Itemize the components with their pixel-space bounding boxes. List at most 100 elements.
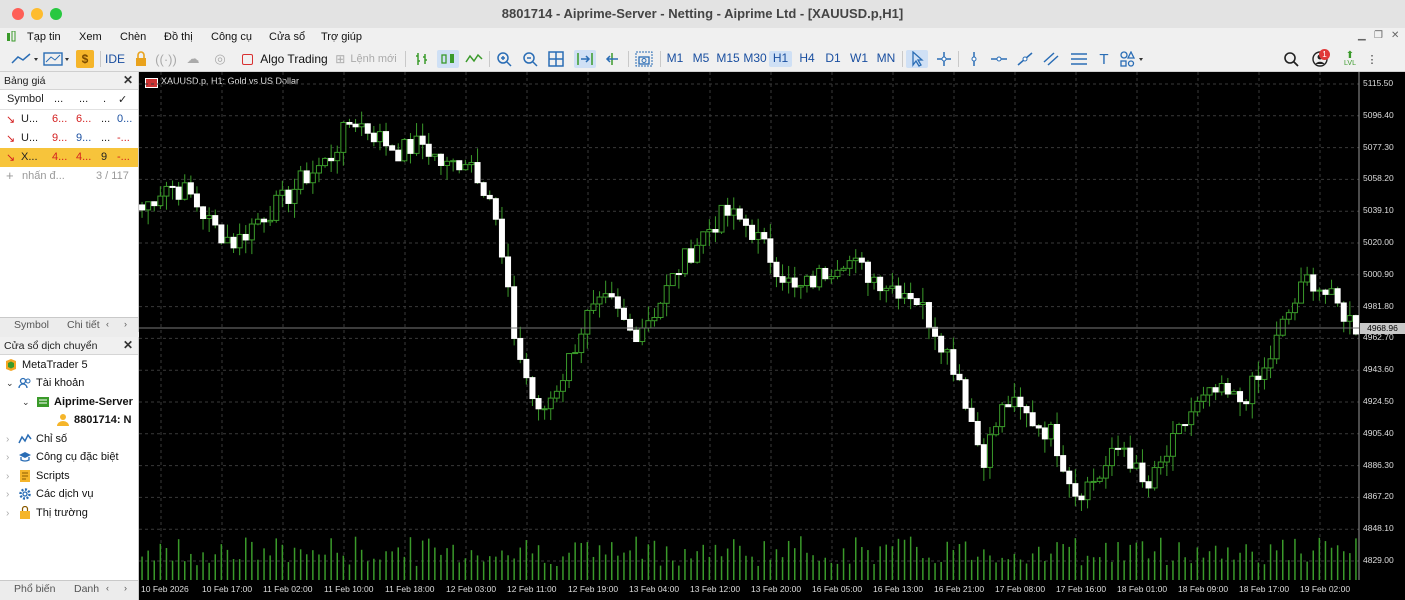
tab-favorites[interactable]: Danh <box>74 583 99 595</box>
column-header-ask[interactable]: ... <box>79 93 88 105</box>
tree-item-server[interactable]: ⌄ Aiprime-Server <box>22 393 138 411</box>
trend-line-button[interactable] <box>1014 50 1036 68</box>
screenshot-button[interactable] <box>633 50 655 68</box>
cloud-icon[interactable]: ☁ <box>183 50 203 68</box>
candle-body <box>1108 447 1115 467</box>
zoom-in-button[interactable] <box>494 50 514 68</box>
vertical-line-button[interactable] <box>964 50 984 68</box>
candle-body <box>1340 302 1347 322</box>
timeframe-d1[interactable]: D1 <box>822 51 844 67</box>
lock-icon[interactable] <box>132 50 150 68</box>
chart-type-button[interactable] <box>8 50 42 68</box>
auto-scroll-button[interactable] <box>574 50 596 68</box>
new-order-button[interactable]: ⊞ Lệnh mới <box>333 50 399 68</box>
vps-icon[interactable]: ◎ <box>210 50 230 68</box>
timeframe-w1[interactable]: W1 <box>848 51 870 67</box>
tile-windows-button[interactable] <box>546 50 566 68</box>
menu-file[interactable]: Tạp tin <box>27 31 61 43</box>
table-row[interactable]: ↘ U... 9... 9... ... -... <box>0 129 138 148</box>
price-tick-label: 5058.20 <box>1363 173 1394 184</box>
candle-body <box>1188 411 1195 426</box>
candle-body <box>267 219 274 223</box>
column-header-spread[interactable]: . <box>103 93 106 105</box>
candle-body <box>779 276 786 283</box>
tree-item-metatrader[interactable]: MetaTrader 5 <box>4 356 88 374</box>
tree-item-market[interactable]: › Thị trường <box>6 504 88 522</box>
close-icon[interactable]: ✕ <box>123 73 133 87</box>
table-row[interactable]: ↘ U... 6... 6... ... 0... <box>0 110 138 129</box>
scroll-left-icon[interactable]: ‹ <box>106 319 109 329</box>
candle-body <box>1060 455 1067 472</box>
menu-view[interactable]: Xem <box>79 31 102 43</box>
chart-window[interactable]: XAUUSD.p, H1: Gold vs US Dollar 5115.50 5… <box>139 72 1405 600</box>
scroll-left-icon[interactable]: ‹ <box>106 583 109 593</box>
timeframe-m15[interactable]: M15 <box>714 51 742 67</box>
candle-body <box>401 139 408 162</box>
menu-help[interactable]: Trợ giúp <box>321 31 362 43</box>
menu-charts[interactable]: Đồ thị <box>164 31 193 43</box>
zoom-out-button[interactable] <box>520 50 540 68</box>
templates-button[interactable] <box>42 50 72 68</box>
tab-details[interactable]: Chi tiết <box>67 319 100 331</box>
tree-item-accounts[interactable]: ⌄ Tài khoản <box>6 374 84 392</box>
scroll-right-icon[interactable]: › <box>124 583 127 593</box>
search-button[interactable] <box>1282 50 1300 68</box>
cursor-button[interactable] <box>906 50 928 68</box>
timeframe-h1[interactable]: H1 <box>769 51 792 67</box>
text-tool-icon[interactable]: T <box>1094 50 1114 68</box>
column-header-bid[interactable]: ... <box>54 93 63 105</box>
more-icon[interactable]: ⋮ <box>1366 50 1378 68</box>
menu-window[interactable]: Cửa sổ <box>269 31 305 43</box>
price-chart-svg[interactable] <box>139 72 1405 600</box>
candle-body <box>755 232 762 240</box>
chevron-right-icon: › <box>6 433 10 445</box>
price-tick-label: 5039.10 <box>1363 205 1394 216</box>
shopping-bag-icon <box>20 506 30 519</box>
tree-item-services[interactable]: › Các dịch vụ <box>6 485 93 503</box>
menu-tools[interactable]: Công cụ <box>211 31 252 43</box>
candle-body <box>193 193 200 208</box>
timeframe-mn[interactable]: MN <box>874 51 898 67</box>
menu-insert[interactable]: Chèn <box>120 31 146 43</box>
tree-item-account[interactable]: 8801714: N <box>56 411 138 429</box>
shapes-button[interactable] <box>1118 50 1148 68</box>
fibonacci-button[interactable] <box>1068 50 1090 68</box>
timeframe-m5[interactable]: M5 <box>690 51 712 67</box>
close-icon[interactable]: ✕ <box>123 338 133 352</box>
level-button[interactable]: ⬆ LVL <box>1340 50 1360 68</box>
child-close-icon[interactable]: ✕ <box>1391 30 1399 41</box>
column-header-change[interactable]: ✓ <box>118 93 127 106</box>
chart-shift-button[interactable] <box>601 50 623 68</box>
tree-item-indicators[interactable]: › Chỉ số <box>6 430 67 448</box>
timeframe-m30[interactable]: M30 <box>742 51 768 67</box>
grid-icon <box>548 51 564 67</box>
child-minimize-icon[interactable]: ▁ <box>1358 30 1366 41</box>
timeframe-m1[interactable]: M1 <box>664 51 686 67</box>
scroll-right-icon[interactable]: › <box>124 319 127 329</box>
horizontal-line-button[interactable] <box>988 50 1010 68</box>
bar-chart-button[interactable] <box>412 50 432 68</box>
table-row-selected[interactable]: ↘ X... 4... 4... 9 -... <box>0 148 138 167</box>
add-symbol-row[interactable]: + nhấn đ... 3 / 117 <box>0 167 138 186</box>
signal-icon[interactable]: ((·)) <box>155 50 177 68</box>
timeframe-h4[interactable]: H4 <box>796 51 818 67</box>
ide-button[interactable]: IDE <box>104 50 126 68</box>
candlestick-button[interactable] <box>437 50 459 68</box>
candle-body <box>523 358 530 379</box>
candle-body <box>993 426 1000 436</box>
dollar-icon[interactable]: $ <box>76 50 94 68</box>
child-restore-icon[interactable]: ❐ <box>1374 30 1383 41</box>
tree-item-experts[interactable]: › Công cụ đặc biệt <box>6 448 119 466</box>
tab-symbol[interactable]: Symbol <box>14 319 49 331</box>
line-button[interactable] <box>464 50 484 68</box>
tab-common[interactable]: Phổ biến <box>14 583 55 595</box>
candle-body <box>1127 447 1134 469</box>
column-header-symbol[interactable]: Symbol <box>7 93 44 105</box>
account-button[interactable]: 1 <box>1307 49 1333 68</box>
channel-button[interactable] <box>1040 50 1062 68</box>
crosshair-button[interactable] <box>934 50 954 68</box>
price-tick-label: 4905.40 <box>1363 427 1394 438</box>
candle-body <box>358 123 365 128</box>
algo-trading-button[interactable]: Algo Trading <box>240 50 330 68</box>
tree-item-scripts[interactable]: › Scripts <box>6 467 70 485</box>
